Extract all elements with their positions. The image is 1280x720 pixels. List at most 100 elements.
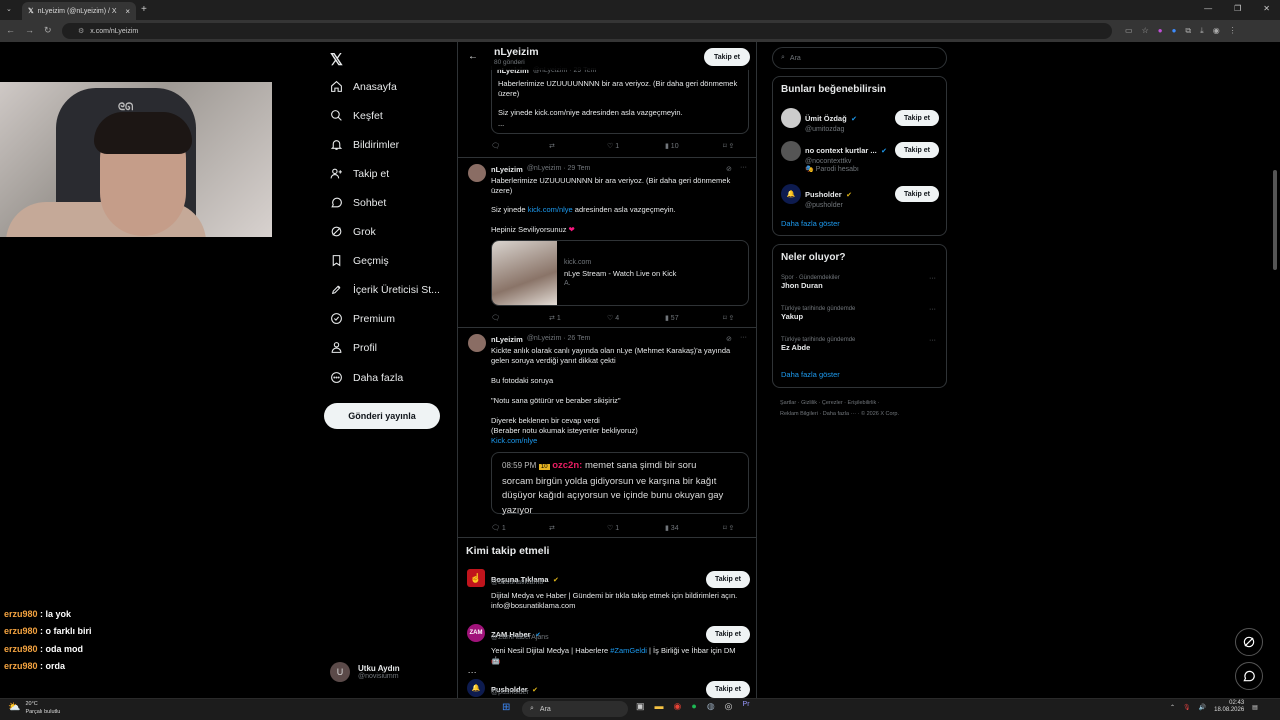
spotify-icon[interactable]: ● xyxy=(691,701,696,712)
show-more-link[interactable]: Daha fazla göster xyxy=(781,370,840,379)
search-input[interactable]: ⌕ Ara xyxy=(772,47,947,69)
file-explorer-icon[interactable]: ▬ xyxy=(655,701,664,712)
follow-button[interactable]: Takip et xyxy=(895,186,939,202)
chevron-up-icon[interactable]: ⌃ xyxy=(1170,704,1175,711)
reply-button[interactable]: 🗨 1 xyxy=(491,524,549,532)
nav-item-more[interactable]: Daha fazla xyxy=(330,371,403,384)
tweet[interactable]: nLyeizim @nLyeizim · 29 Tem ⊘ ··· Haberl… xyxy=(458,158,756,328)
site-info-icon[interactable]: ⚙ xyxy=(78,27,84,35)
follow-suggestion[interactable]: ☝ Boşuna Tıklama ✔ @bosunatiklama Dijita… xyxy=(458,566,756,618)
cast-icon[interactable]: ▭ xyxy=(1125,26,1133,36)
nav-item-grok[interactable]: Grok xyxy=(330,225,376,238)
weather-widget[interactable]: ⛅ 20°C Parçalı bulutlu xyxy=(8,700,60,716)
avatar[interactable] xyxy=(781,108,801,128)
follow-button[interactable]: Takip et xyxy=(706,571,750,588)
nav-item-notifications[interactable]: Bildirimler xyxy=(330,138,399,151)
task-view-icon[interactable]: ▣ xyxy=(636,701,645,712)
extension-icon[interactable]: ● xyxy=(1172,26,1177,36)
reply-icon[interactable]: 🗨 xyxy=(491,314,549,322)
bell-icon[interactable]: 🔔 xyxy=(781,184,801,204)
reload-icon[interactable]: ↻ xyxy=(44,25,52,36)
new-tab-button[interactable]: + xyxy=(141,4,147,15)
like-button[interactable]: ♡ 1 xyxy=(607,524,665,532)
footer-line[interactable]: Reklam Bilgileri · Daha fazla ··· · © 20… xyxy=(780,409,950,420)
trend-item[interactable]: Türkiye tarihinde gündemde Yakup xyxy=(781,306,855,321)
forward-icon[interactable]: → xyxy=(25,25,34,36)
more-icon[interactable]: ··· xyxy=(929,337,936,344)
author-name[interactable]: nLyeizim xyxy=(491,335,523,344)
follow-button[interactable]: Takip et xyxy=(895,142,939,158)
author-name[interactable]: nLyeizim xyxy=(491,165,523,174)
grok-button[interactable] xyxy=(1235,628,1263,656)
chrome-icon[interactable]: ◉ xyxy=(674,701,682,712)
more-icon[interactable]: ··· xyxy=(929,306,936,313)
link-card[interactable]: kick.com nLye Stream - Watch Live on Kic… xyxy=(491,240,749,306)
microphone-icon[interactable]: 🎙 xyxy=(1183,704,1191,711)
scrollbar-thumb[interactable] xyxy=(1273,170,1277,270)
nav-item-home[interactable]: Anasayfa xyxy=(330,80,397,93)
close-window-icon[interactable]: ✕ xyxy=(1263,4,1270,13)
footer-line[interactable]: Şartlar · Gizlilik · Çerezler · Erişileb… xyxy=(780,398,950,409)
repost-icon[interactable]: ⇄ xyxy=(549,142,607,150)
back-icon[interactable]: ← xyxy=(6,25,15,36)
trend-item[interactable]: Türkiye tarihinde gündemde Ez Abde xyxy=(781,337,855,352)
like-button[interactable]: ♡ 1 xyxy=(607,142,665,150)
minimize-icon[interactable]: — xyxy=(1204,4,1212,13)
windows-start-icon[interactable]: ⊞ xyxy=(502,702,510,713)
nav-item-explore[interactable]: Keşfet xyxy=(330,109,383,122)
follow-button[interactable]: Takip et xyxy=(706,681,750,698)
avatar[interactable] xyxy=(781,141,801,161)
nav-item-history[interactable]: Geçmiş xyxy=(330,254,389,267)
more-icon[interactable]: ··· xyxy=(740,334,747,341)
messages-button[interactable] xyxy=(1235,662,1263,690)
views-button[interactable]: ▮ 57 xyxy=(665,314,723,322)
grok-icon[interactable]: ⊘ xyxy=(726,335,732,343)
repost-icon[interactable]: ⇄ xyxy=(549,524,607,532)
puzzle-icon[interactable]: ⧉ xyxy=(1185,26,1191,36)
bookmark-share-icons[interactable]: ⌑ ⇪ xyxy=(723,314,756,322)
account-switcher[interactable]: U Utku Aydın @novisiumm ··· xyxy=(330,662,477,682)
avatar[interactable] xyxy=(468,334,486,352)
more-icon[interactable]: ··· xyxy=(929,275,936,282)
bookmark-share-icons[interactable]: ⌑ ⇪ xyxy=(723,142,756,150)
clock[interactable]: 02:43 18.08.2026 xyxy=(1214,700,1244,714)
url-field[interactable]: ⚙ x.com/nLyeizim xyxy=(62,23,1112,39)
quoted-tweet[interactable]: Haberlerimize UZUUUUNNNN bir ara veriyoz… xyxy=(491,66,749,134)
extension-icon[interactable]: ● xyxy=(1158,26,1163,36)
volume-icon[interactable]: 🔊 xyxy=(1199,704,1206,711)
avatar[interactable] xyxy=(468,164,486,182)
nav-item-chat[interactable]: Sohbet xyxy=(330,196,386,209)
star-icon[interactable]: ☆ xyxy=(1142,26,1149,36)
suggestion-name[interactable]: Ümit Özdağ xyxy=(805,114,847,123)
footer-links[interactable]: Şartlar · Gizlilik · Çerezler · Erişileb… xyxy=(780,398,950,420)
nav-item-profile[interactable]: Profil xyxy=(330,341,377,354)
tweet-link[interactable]: kick.com/nlye xyxy=(528,205,573,214)
grok-icon[interactable]: ⊘ xyxy=(726,165,732,173)
close-tab-icon[interactable]: × xyxy=(125,7,130,16)
more-icon[interactable]: ··· xyxy=(740,164,747,171)
nav-item-premium[interactable]: Premium xyxy=(330,312,395,325)
x-logo-icon[interactable]: 𝕏 xyxy=(330,50,343,70)
follow-button[interactable]: Takip et xyxy=(895,110,939,126)
taskbar-search[interactable]: ⌕ Ara xyxy=(522,701,628,717)
tweet-link[interactable]: Kick.com/nlye xyxy=(491,436,537,446)
maximize-icon[interactable]: ❐ xyxy=(1234,4,1241,13)
suggestion-name[interactable]: Pusholder xyxy=(805,190,842,199)
views-button[interactable]: ▮ 34 xyxy=(665,524,723,532)
back-arrow-icon[interactable]: ← xyxy=(468,51,478,62)
follow-button[interactable]: Takip et xyxy=(706,626,750,643)
notification-icon[interactable]: ▤ xyxy=(1252,704,1258,711)
premiere-icon[interactable]: Pr xyxy=(743,701,750,712)
profile-icon[interactable]: ◉ xyxy=(1213,26,1220,36)
like-button[interactable]: ♡ 4 xyxy=(607,314,665,322)
follow-suggestion[interactable]: ZAM ZAM Haber ✔ @ZamHaberAjans Yeni Nesi… xyxy=(458,621,756,673)
trend-item[interactable]: Spor · Gündemdekiler Jhon Duran xyxy=(781,275,840,290)
browser-tab[interactable]: 𝕏 nLyeizim (@nLyeizim) / X × xyxy=(22,2,136,20)
obs-icon[interactable]: ◎ xyxy=(725,701,733,712)
chat-screenshot-image[interactable]: 08:59 PM 10 ozc2n: memet sana şimdi bir … xyxy=(491,452,749,516)
nav-item-follow[interactable]: Takip et xyxy=(330,167,389,180)
nav-item-creator-studio[interactable]: İçerik Üreticisi St... xyxy=(330,283,440,296)
menu-icon[interactable]: ⋮ xyxy=(1229,26,1237,36)
downloads-icon[interactable]: ⤓ xyxy=(1200,26,1204,36)
show-more-link[interactable]: Daha fazla göster xyxy=(781,219,840,228)
